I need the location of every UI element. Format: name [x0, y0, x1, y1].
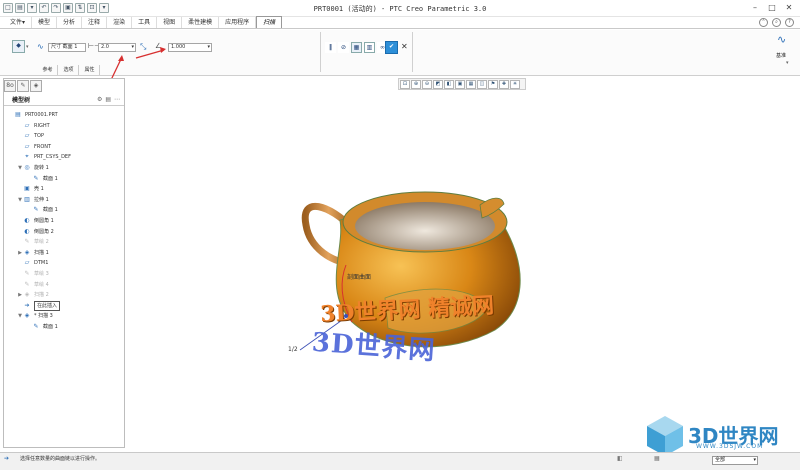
dimension-value[interactable]: 1/2	[288, 346, 298, 353]
status-arrow-icon: ➔	[4, 455, 10, 462]
section-callout[interactable]: 剖面曲面	[347, 272, 371, 281]
logo-url: WWW.3DSJW.COM	[696, 443, 764, 450]
status-message: 选择任意数量的曲面链以进行操作。	[20, 456, 101, 462]
graphics-area[interactable]	[0, 0, 800, 470]
selection-filter[interactable]: 全部 ▾	[712, 456, 758, 465]
status-bar	[0, 452, 800, 470]
selection-filter-icon[interactable]: ▦	[654, 455, 660, 462]
jug-inner	[355, 202, 495, 250]
status-toggle-icon[interactable]: ◧	[617, 455, 623, 462]
creo-window: □ ▤ ▾ ↶ ↷ ▣ ⇅ ⊡ ▾ PRT0001 (活动的) - PTC Creo Param…	[0, 0, 800, 470]
